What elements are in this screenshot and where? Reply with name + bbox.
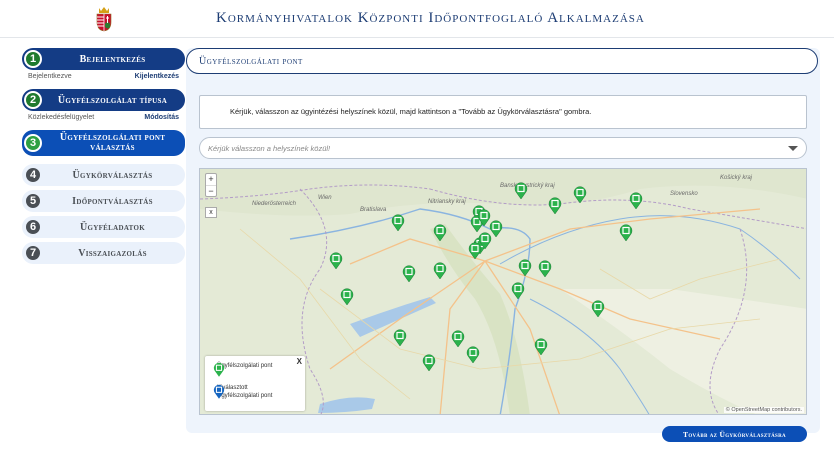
map-attribution[interactable]: © OpenStreetMap contributors. (723, 407, 804, 413)
modify-service-type-link[interactable]: Módosítás (144, 114, 179, 121)
map-reset-button[interactable]: x (205, 207, 217, 218)
step-label: Visszaigazolás (78, 247, 147, 259)
step-service-type: 2 Ügyfélszolgálat típusa (22, 89, 185, 111)
service-point-marker[interactable] (548, 197, 562, 214)
service-point-marker[interactable] (466, 346, 480, 363)
service-point-marker[interactable] (393, 329, 407, 346)
service-point-marker[interactable] (591, 300, 605, 317)
map-place-label: Wien (318, 195, 332, 201)
map-place-label: Nitriansky kraj (428, 199, 466, 205)
step-label: Bejelentkezés (79, 53, 146, 65)
map-place-label: Košický kraj (720, 175, 753, 181)
section-title-bar: Ügyfélszolgálati pont (186, 48, 818, 74)
service-point-marker[interactable] (629, 192, 643, 209)
section-title: Ügyfélszolgálati pont (199, 56, 303, 67)
step-service-point: 3 Ügyfélszolgálati pont választás (22, 130, 185, 156)
app-title: Kormányhivatalok Központi Időpontfoglaló… (216, 10, 645, 26)
service-point-select[interactable]: Kérjük válasszon a helyszínek közül! (199, 137, 807, 159)
service-point-marker[interactable] (433, 224, 447, 241)
map-legend: X Ügyfélszolgálati pont Kiválasztott Ügyf… (205, 356, 305, 411)
login-status: Bejelentkezve (28, 73, 72, 80)
service-point-marker[interactable] (433, 262, 447, 279)
step-label: Ügyfélszolgálat típusa (57, 94, 168, 106)
map-zoom-control: + − (205, 173, 217, 197)
step-login-details: Bejelentkezve Kijelentkezés (22, 73, 185, 80)
wizard-steps-sidebar: 1 Bejelentkezés Bejelentkezve Kijelentke… (22, 48, 185, 268)
instruction-text: Kérjük, válasszon az ügyintézési helyszí… (230, 107, 592, 116)
selected-service-type: Közlekedésfelügyelet (28, 114, 95, 121)
map-place-label: Slovensko (670, 191, 698, 197)
service-point-marker[interactable] (451, 330, 465, 347)
service-points-map[interactable]: Wien Niederösterreich Bratislava Nitrian… (199, 168, 807, 415)
legend-item-selected-point: Kiválasztott Ügyfélszolgálati pont (213, 384, 272, 400)
step-number: 3 (24, 134, 42, 152)
step-label: Időpontválasztás (72, 195, 153, 207)
step-label: Ügyféladatok (79, 221, 145, 233)
zoom-in-button[interactable]: + (206, 174, 216, 185)
logout-link[interactable]: Kijelentkezés (135, 73, 179, 80)
service-point-marker[interactable] (619, 224, 633, 241)
step-case-type: 4 Ügykörválasztás (22, 164, 185, 186)
select-placeholder: Kérjük válasszon a helyszínek közül! (208, 144, 331, 153)
map-place-label: Bratislava (360, 207, 387, 213)
legend-close-button[interactable]: X (297, 357, 302, 366)
service-point-marker[interactable] (538, 260, 552, 277)
step-appointment: 5 Időpontválasztás (22, 190, 185, 212)
service-point-marker[interactable] (329, 252, 343, 269)
step-number: 2 (24, 91, 42, 109)
step-login: 1 Bejelentkezés (22, 48, 185, 70)
instruction-box: Kérjük, válasszon az ügyintézési helyszí… (199, 95, 807, 129)
step-number: 1 (24, 50, 42, 68)
step-number: 7 (24, 244, 42, 262)
legend-label: Kiválasztott Ügyfélszolgálati pont (217, 385, 273, 399)
service-point-marker[interactable] (573, 186, 587, 203)
step-number: 5 (24, 192, 42, 210)
app-header: Kormányhivatalok Központi Időpontfoglaló… (0, 0, 834, 38)
hungarian-coat-of-arms-icon (96, 7, 112, 32)
service-point-marker[interactable] (468, 242, 482, 259)
service-point-marker[interactable] (402, 265, 416, 282)
legend-label: Ügyfélszolgálati pont (217, 363, 273, 369)
green-marker-icon (213, 362, 225, 377)
step-client-data: 6 Ügyféladatok (22, 216, 185, 238)
step-service-type-details: Közlekedésfelügyelet Módosítás (22, 114, 185, 121)
service-point-marker[interactable] (391, 214, 405, 231)
service-point-marker[interactable] (514, 182, 528, 199)
service-point-marker[interactable] (422, 354, 436, 371)
zoom-out-button[interactable]: − (206, 185, 216, 196)
step-number: 6 (24, 218, 42, 236)
chevron-down-icon (788, 146, 798, 151)
legend-item-service-point: Ügyfélszolgálati pont (213, 362, 273, 377)
service-point-marker[interactable] (511, 282, 525, 299)
map-place-label: Niederösterreich (252, 201, 297, 207)
step-label: Ügykörválasztás (72, 169, 153, 181)
service-point-marker[interactable] (340, 288, 354, 305)
step-confirmation: 7 Visszaigazolás (22, 242, 185, 264)
service-point-marker[interactable] (518, 259, 532, 276)
step-number: 4 (24, 166, 42, 184)
service-point-marker[interactable] (534, 338, 548, 355)
blue-marker-icon (213, 384, 225, 399)
step-label: Ügyfélszolgálati pont választás (59, 132, 166, 153)
next-to-case-type-button[interactable]: Tovább az Ügykörválasztásra (662, 426, 807, 442)
